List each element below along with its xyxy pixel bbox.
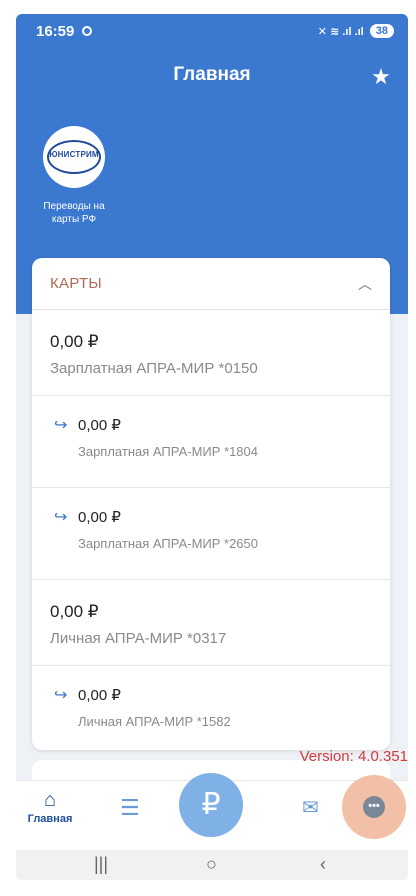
arrow-return-icon: ↪ <box>54 509 68 526</box>
quick-action-label-line1: Переводы на <box>43 201 105 212</box>
app-screen: 16:59 ✕ ≋ .ıl .ıl 38 Главная ★ ЮНИСТРИМ … <box>16 14 408 880</box>
page-title: Главная <box>173 64 251 85</box>
mail-icon[interactable]: ✉ <box>302 795 319 820</box>
more-button[interactable]: ••• <box>342 775 406 839</box>
status-indicators: ✕ ≋ .ıl .ıl 38 <box>318 24 394 38</box>
card-row-child[interactable]: ↪ 0,00 ₽ Зарплатная АПРА-МИР *2650 <box>32 488 390 580</box>
home-icon: ⌂ <box>43 789 57 811</box>
list-icon[interactable]: ☰ <box>120 795 140 821</box>
system-navigation-bar: ||| ○ ‹ <box>16 850 408 880</box>
card-name: Личная АПРА-МИР *0317 <box>50 630 227 647</box>
card-amount: 0,00 ₽ <box>50 602 99 621</box>
arrow-return-icon: ↪ <box>54 417 68 434</box>
card-name: Личная АПРА-МИР *1582 <box>78 714 231 729</box>
status-bar: 16:59 ✕ ≋ .ıl .ıl 38 <box>16 14 408 48</box>
card-name: Зарплатная АПРА-МИР *2650 <box>78 536 259 551</box>
cards-title: КАРТЫ <box>50 275 103 292</box>
star-icon[interactable]: ★ <box>370 66 392 88</box>
card-amount: 0,00 ₽ <box>78 687 121 704</box>
cards-header[interactable]: КАРТЫ ︿ <box>32 258 390 310</box>
status-time: 16:59 <box>36 22 75 40</box>
ruble-button[interactable]: ₽ <box>179 773 243 837</box>
device-frame: 16:59 ✕ ≋ .ıl .ıl 38 Главная ★ ЮНИСТРИМ … <box>0 0 416 896</box>
back-icon[interactable]: ‹ <box>320 854 326 875</box>
recents-icon[interactable]: ||| <box>94 854 108 875</box>
nav-home[interactable]: ⌂ Главная <box>18 789 82 825</box>
card-row[interactable]: 0,00 ₽ Личная АПРА-МИР *0317 <box>32 580 390 666</box>
card-row[interactable]: 0,00 ₽ Зарплатная АПРА-МИР *0150 <box>32 310 390 396</box>
card-amount: 0,00 ₽ <box>78 509 121 526</box>
quick-action-transfers[interactable]: ЮНИСТРИМ Переводы на карты РФ <box>34 126 114 226</box>
nav-home-label: Главная <box>27 813 73 825</box>
cards-panel: КАРТЫ ︿ 0,00 ₽ Зарплатная АПРА-МИР *0150… <box>32 258 390 750</box>
quick-action-label-line2: карты РФ <box>51 214 97 225</box>
chevron-up-icon[interactable]: ︿ <box>358 274 372 294</box>
card-amount: 0,00 ₽ <box>78 417 121 434</box>
card-row-child[interactable]: ↪ 0,00 ₽ Личная АПРА-МИР *1582 <box>32 666 390 750</box>
card-amount: 0,00 ₽ <box>50 332 99 351</box>
arrow-return-icon: ↪ <box>54 687 68 704</box>
battery-badge: 38 <box>369 24 394 38</box>
unistream-logo: ЮНИСТРИМ <box>43 126 105 188</box>
signal-icon: ✕ ≋ .ıl .ıl <box>317 25 364 38</box>
quick-action-label: Переводы на карты РФ <box>34 200 114 226</box>
card-name: Зарплатная АПРА-МИР *0150 <box>50 360 258 377</box>
more-icon: ••• <box>363 796 385 818</box>
status-notification-icon <box>82 26 93 36</box>
logo-text: ЮНИСТРИМ <box>49 150 99 159</box>
card-name: Зарплатная АПРА-МИР *1804 <box>78 444 259 459</box>
bottom-navigation: ⌂ Главная ☰ ₽ ✉ ••• <box>16 773 408 850</box>
system-home-icon[interactable]: ○ <box>206 854 217 875</box>
version-label: Version: 4.0.351 <box>299 748 408 765</box>
card-row-child[interactable]: ↪ 0,00 ₽ Зарплатная АПРА-МИР *1804 <box>32 396 390 488</box>
